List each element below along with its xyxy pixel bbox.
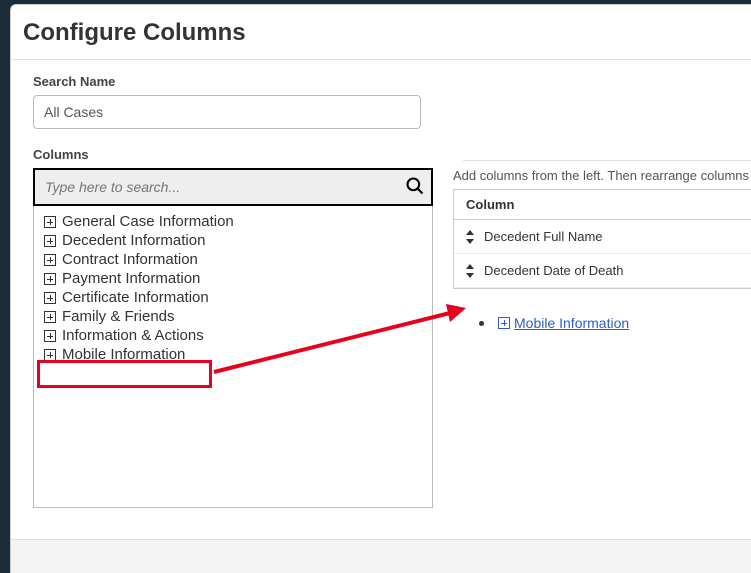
selected-columns-table: Column Decedent Full Name Decedent Date …: [453, 189, 751, 289]
add-icon: [498, 317, 510, 329]
expand-icon: [44, 349, 56, 361]
add-mobile-information-link[interactable]: Mobile Information: [514, 315, 629, 331]
tree-item-mobile-information[interactable]: Mobile Information: [38, 345, 428, 364]
configure-columns-modal: Configure Columns Search Name Columns Ge…: [10, 4, 751, 573]
search-name-label: Search Name: [33, 74, 729, 89]
tree-item-general-case-information[interactable]: General Case Information: [38, 212, 428, 231]
columns-tree: General Case Information Decedent Inform…: [33, 206, 433, 508]
reorder-icon[interactable]: [466, 230, 474, 244]
tree-item-label: Decedent Information: [62, 232, 205, 249]
search-name-input[interactable]: [33, 95, 421, 129]
add-column-row: Mobile Information: [453, 315, 751, 331]
column-header: Column: [454, 190, 751, 220]
expand-icon: [44, 292, 56, 304]
tree-item-payment-information[interactable]: Payment Information: [38, 269, 428, 288]
tree-item-contract-information[interactable]: Contract Information: [38, 250, 428, 269]
tree-item-decedent-information[interactable]: Decedent Information: [38, 231, 428, 250]
expand-icon: [44, 235, 56, 247]
tree-item-label: Family & Friends: [62, 308, 175, 325]
modal-title: Configure Columns: [11, 5, 751, 59]
columns-search-input[interactable]: [33, 168, 433, 206]
divider: [463, 160, 751, 161]
modal-footer: [11, 539, 751, 573]
tree-item-label: Payment Information: [62, 270, 200, 287]
table-row[interactable]: Decedent Full Name: [454, 220, 751, 254]
tree-item-family-friends[interactable]: Family & Friends: [38, 307, 428, 326]
modal-body: Search Name Columns General Case Informa…: [11, 60, 751, 508]
search-icon: [405, 176, 425, 196]
expand-icon: [44, 311, 56, 323]
instruction-text: Add columns from the left. Then rearrang…: [453, 168, 751, 183]
table-row[interactable]: Decedent Date of Death: [454, 254, 751, 288]
expand-icon: [44, 254, 56, 266]
tree-item-label: Mobile Information: [62, 346, 185, 363]
tree-item-certificate-information[interactable]: Certificate Information: [38, 288, 428, 307]
tree-item-label: Contract Information: [62, 251, 198, 268]
tree-item-label: General Case Information: [62, 213, 234, 230]
expand-icon: [44, 330, 56, 342]
tree-item-information-actions[interactable]: Information & Actions: [38, 326, 428, 345]
available-columns-panel: General Case Information Decedent Inform…: [33, 168, 433, 508]
expand-icon: [44, 273, 56, 285]
tree-item-label: Information & Actions: [62, 327, 204, 344]
bullet-icon: [479, 321, 484, 326]
column-name: Decedent Date of Death: [484, 263, 623, 278]
tree-item-label: Certificate Information: [62, 289, 209, 306]
column-name: Decedent Full Name: [484, 229, 603, 244]
expand-icon: [44, 216, 56, 228]
reorder-icon[interactable]: [466, 264, 474, 278]
selected-columns-panel: Add columns from the left. Then rearrang…: [453, 168, 751, 508]
